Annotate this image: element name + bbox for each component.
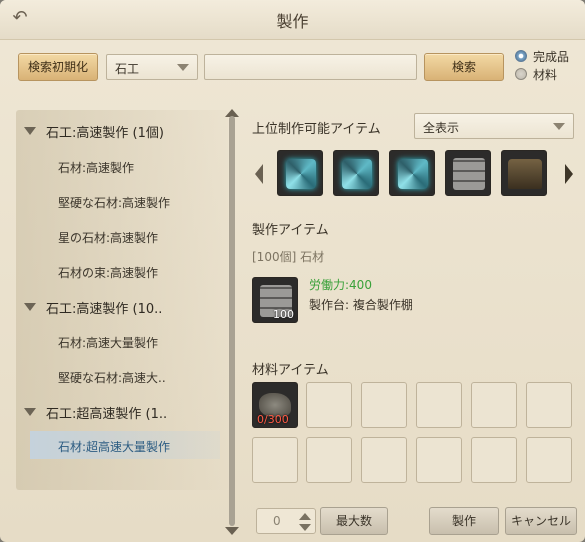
stone-block-icon[interactable]: 100 [252, 277, 298, 323]
material-slot [361, 382, 407, 428]
scroll-down-icon[interactable] [224, 526, 240, 536]
craft-button[interactable]: 製作 [429, 507, 499, 535]
material-slot [471, 437, 517, 483]
radio-material[interactable] [515, 68, 527, 80]
upper-items-label: 上位制作可能アイテム [252, 122, 381, 137]
scrollbar[interactable] [229, 116, 235, 526]
max-quantity-button[interactable]: 最大数 [320, 507, 388, 535]
tree-item[interactable]: 石材:高速大量製作 [58, 334, 158, 351]
quantity-stepper[interactable]: 0 [256, 508, 316, 534]
craft-item-name: [100個] 石材 [252, 250, 325, 264]
crystal-cube-icon[interactable] [333, 150, 379, 196]
materials-label: 材料アイテム [252, 363, 329, 378]
labor-cost: 労働力:400 [309, 278, 372, 292]
quantity-value: 0 [273, 514, 281, 528]
chevron-down-icon [177, 64, 189, 71]
reset-search-button[interactable]: 検索初期化 [18, 53, 98, 81]
category-select-value: 石工 [115, 62, 140, 76]
search-button[interactable]: 検索 [424, 53, 504, 81]
craft-item-label: 製作アイテム [252, 223, 329, 238]
display-filter-select[interactable]: 全表示 [414, 113, 574, 139]
tree-item[interactable]: 堅硬な石材:高速製作 [58, 194, 170, 211]
scroll-left-icon[interactable] [255, 164, 263, 184]
material-slot [416, 382, 462, 428]
tree-item-selected[interactable]: 石材:超高速大量製作 [58, 438, 170, 455]
stepper-arrows-icon[interactable] [297, 512, 313, 532]
tree-group-header[interactable]: 石工:超高速製作 (1.. [46, 403, 167, 422]
tree-group-header[interactable]: 石工:高速製作 (1個) [46, 122, 164, 141]
crystal-cube-icon[interactable] [277, 150, 323, 196]
crafting-station: 製作台: 複合製作棚 [309, 298, 413, 312]
chevron-down-icon [553, 123, 565, 130]
material-slot [361, 437, 407, 483]
tree-item[interactable]: 堅硬な石材:高速大.. [58, 369, 166, 386]
material-slot [252, 437, 298, 483]
material-slot [471, 382, 517, 428]
material-count: 0/300 [257, 413, 289, 426]
tree-item[interactable]: 石材の束:高速製作 [58, 264, 158, 281]
rock-icon[interactable]: 0/300 [252, 382, 298, 428]
material-slot [306, 437, 352, 483]
tree-item[interactable]: 星の石材:高速製作 [58, 229, 158, 246]
display-filter-value: 全表示 [423, 121, 460, 135]
material-slot [416, 437, 462, 483]
crafting-window: ↶ 製作 検索初期化 石工 検索 完成品 材料 石工:高速製作 (1個) 石材:… [0, 0, 585, 542]
radio-material-label: 材料 [533, 68, 558, 82]
item-count: 100 [273, 308, 294, 321]
radio-finished-product[interactable] [515, 50, 527, 62]
scroll-right-icon[interactable] [565, 164, 573, 184]
collapse-triangle-icon[interactable] [24, 408, 36, 416]
material-slot [526, 382, 572, 428]
tree-group-header[interactable]: 石工:高速製作 (10.. [46, 298, 162, 317]
collapse-triangle-icon[interactable] [24, 127, 36, 135]
stone-block-icon[interactable] [445, 150, 491, 196]
search-input[interactable] [204, 54, 417, 80]
material-slot [526, 437, 572, 483]
stone-stack-icon[interactable] [501, 150, 547, 196]
radio-finished-product-label: 完成品 [533, 50, 570, 64]
material-slot [306, 382, 352, 428]
window-title: 製作 [276, 12, 309, 31]
titlebar: ↶ 製作 [0, 0, 585, 40]
cancel-button[interactable]: キャンセル [505, 507, 577, 535]
category-select[interactable]: 石工 [106, 54, 198, 80]
collapse-triangle-icon[interactable] [24, 303, 36, 311]
tree-item[interactable]: 石材:高速製作 [58, 159, 134, 176]
crystal-cube-icon[interactable] [389, 150, 435, 196]
